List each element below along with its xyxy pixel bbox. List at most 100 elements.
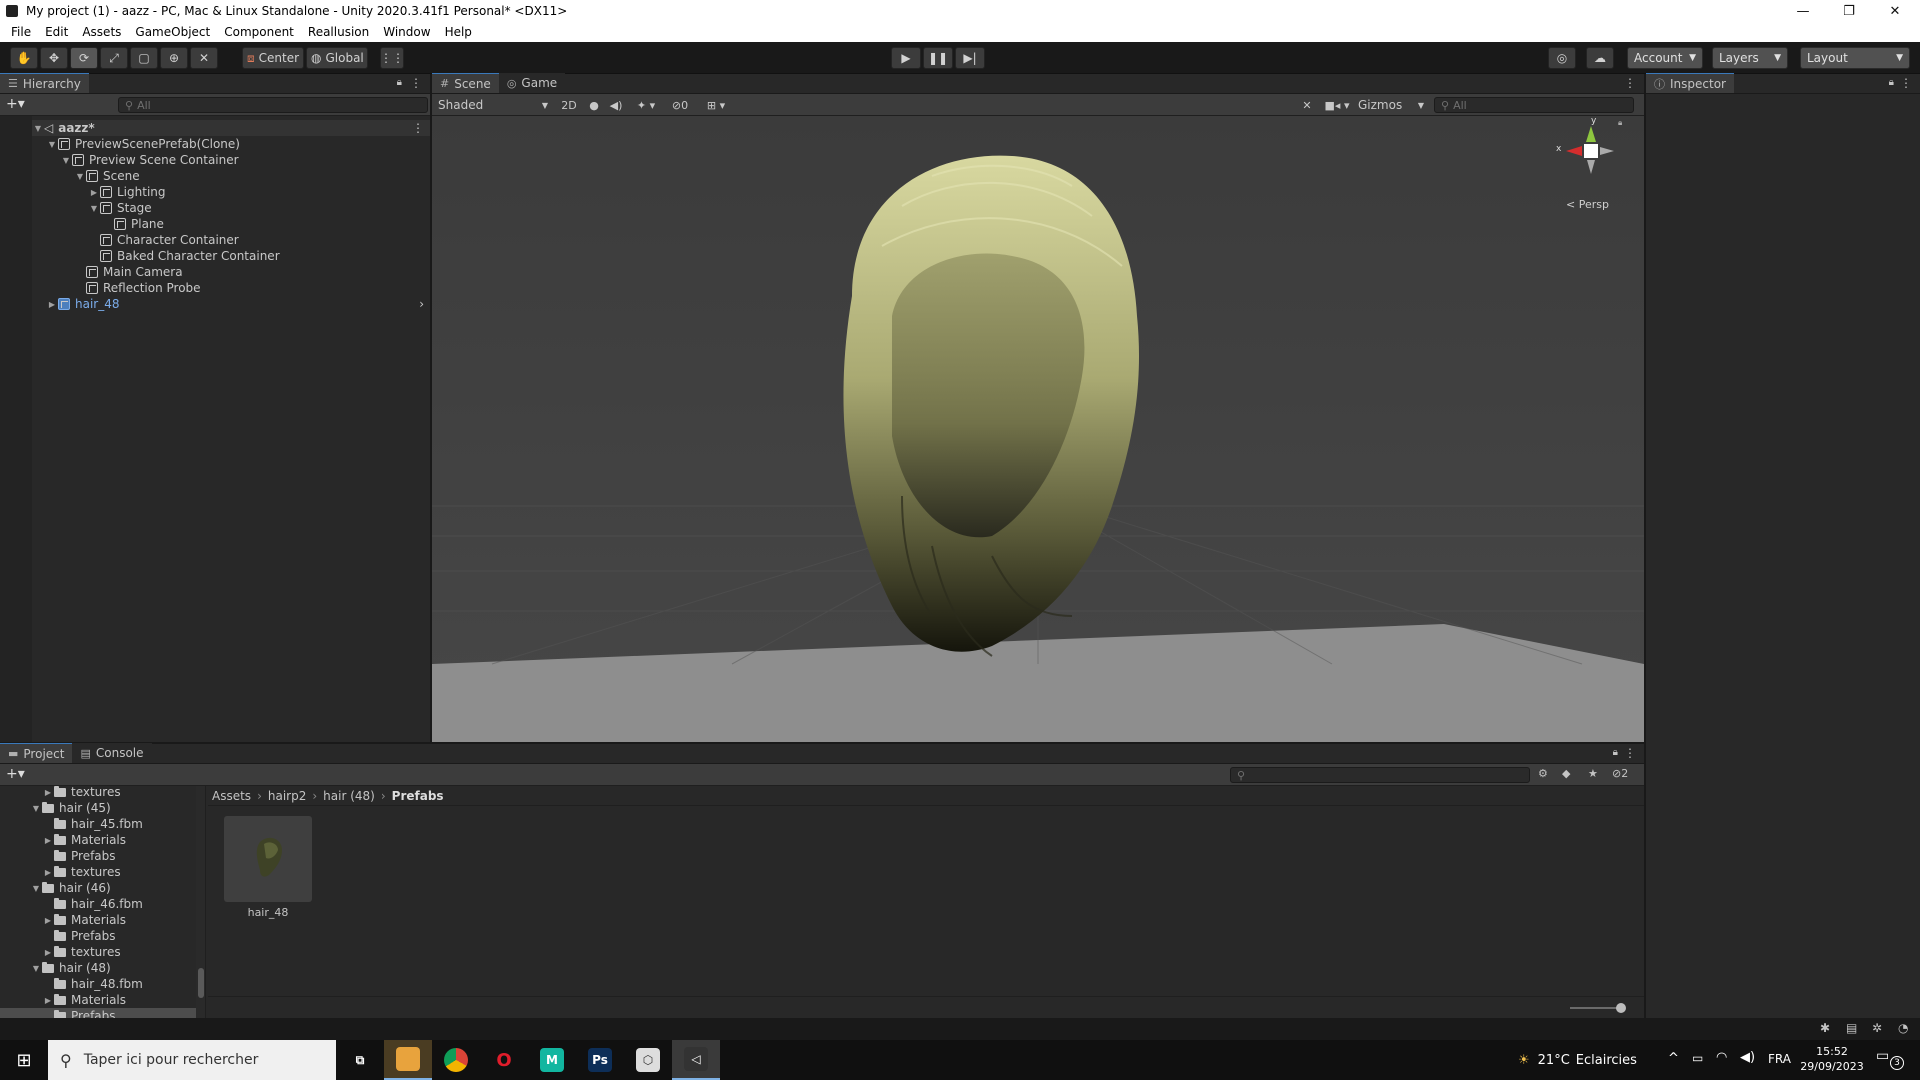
thumbnail-size-slider-handle[interactable]	[1616, 1003, 1626, 1013]
foldout-collapsed-icon[interactable]: ▶	[46, 300, 58, 309]
cloud-button[interactable]: ☁	[1586, 47, 1614, 69]
gizmo-x-axis[interactable]	[1566, 146, 1582, 156]
breadcrumb-hairp2[interactable]: hairp2	[268, 789, 306, 803]
hierarchy-row[interactable]: ▶ hair_48 ›	[46, 296, 430, 312]
device-icon[interactable]: ▭	[1692, 1051, 1703, 1065]
hierarchy-row[interactable]: ▼ Stage	[88, 200, 430, 216]
foldout-expanded-icon[interactable]: ▼	[46, 140, 58, 149]
thumbnail-size-slider[interactable]	[1570, 1007, 1618, 1009]
project-folder-row[interactable]: ▶ Materials	[42, 992, 196, 1008]
audio-toggle[interactable]: ◀)	[606, 95, 626, 115]
orientation-gizmo[interactable]: y x 🔒︎ < Persp	[1542, 116, 1642, 226]
hierarchy-row[interactable]: Main Camera	[74, 264, 430, 280]
project-folder-row[interactable]: hair_48.fbm	[42, 976, 196, 992]
tab-project[interactable]: ▬ Project	[0, 743, 73, 763]
lighting-toggle[interactable]: ●	[584, 95, 604, 115]
chevron-right-icon[interactable]: ›	[419, 297, 424, 311]
clock[interactable]: 15:52 29/09/2023	[1796, 1042, 1868, 1078]
unity-editor-taskbar-button[interactable]: ◁	[672, 1040, 720, 1080]
foldout-collapsed-icon[interactable]: ▶	[42, 996, 54, 1005]
pivot-mode-button[interactable]: ⧈ Center	[242, 47, 304, 69]
toggle-2d-button[interactable]: 2D	[558, 95, 580, 115]
scene-menu-icon[interactable]: ⋮	[412, 121, 424, 135]
hierarchy-row[interactable]: ▼ Preview Scene Container	[60, 152, 430, 168]
lock-icon[interactable]: 🔒︎	[397, 77, 402, 88]
photoshop-taskbar-button[interactable]: Ps	[576, 1040, 624, 1080]
taskbar-search-box[interactable]: ⚲ Taper ici pour rechercher	[48, 1040, 336, 1080]
project-folder-row[interactable]: Prefabs	[42, 848, 196, 864]
gizmo-center-cube[interactable]	[1584, 144, 1598, 158]
progress-icon[interactable]: ◔	[1898, 1021, 1908, 1035]
wifi-icon[interactable]: ◠	[1716, 1050, 1727, 1065]
foldout-expanded-icon[interactable]: ▼	[30, 964, 42, 973]
layers-dropdown[interactable]: Layers ▼	[1712, 47, 1788, 69]
scene-search-input[interactable]: ⚲ All	[1434, 97, 1634, 113]
file-explorer-taskbar-button[interactable]	[384, 1040, 432, 1080]
breadcrumb-assets[interactable]: Assets	[212, 789, 251, 803]
hierarchy-search-input[interactable]: ⚲ All	[118, 97, 428, 113]
menu-gameobject[interactable]: GameObject	[128, 25, 217, 39]
layout-dropdown[interactable]: Layout ▼	[1800, 47, 1910, 69]
menu-component[interactable]: Component	[217, 25, 301, 39]
opera-taskbar-button[interactable]: O	[480, 1040, 528, 1080]
menu-window[interactable]: Window	[376, 25, 437, 39]
project-folder-row[interactable]: ▶ Materials	[42, 832, 196, 848]
lock-icon[interactable]: 🔒︎	[1613, 747, 1618, 758]
foldout-expanded-icon[interactable]: ▼	[30, 804, 42, 813]
rect-tool-button[interactable]: ▢	[130, 47, 158, 69]
gizmo-neg-y-axis[interactable]	[1587, 160, 1595, 174]
hierarchy-row[interactable]: Baked Character Container	[88, 248, 430, 264]
chevron-up-icon[interactable]: ^	[1668, 1051, 1679, 1066]
pause-button[interactable]: ❚❚	[923, 47, 953, 69]
scene-viewport[interactable]: y x 🔒︎ < Persp	[432, 116, 1644, 742]
start-button[interactable]: ⊞	[0, 1040, 48, 1080]
minimize-button[interactable]: —	[1780, 0, 1826, 22]
project-folder-row[interactable]: ▶ textures	[42, 786, 196, 800]
gizmo-y-axis[interactable]	[1586, 126, 1596, 142]
foldout-collapsed-icon[interactable]: ▶	[42, 916, 54, 925]
foldout-expanded-icon[interactable]: ▼	[88, 204, 100, 213]
more-options-icon[interactable]: ⋮	[1900, 76, 1912, 90]
tab-scene[interactable]: # Scene	[432, 73, 499, 93]
input-language[interactable]: FRA	[1768, 1052, 1791, 1066]
project-folder-row[interactable]: ▼ hair (48)	[30, 960, 196, 976]
search-by-label-icon[interactable]: ◆	[1562, 767, 1570, 780]
project-folder-row[interactable]: ▼ hair (46)	[30, 880, 196, 896]
play-button[interactable]: ▶	[891, 47, 921, 69]
pivot-rotation-button[interactable]: ◍ Global	[306, 47, 368, 69]
foldout-collapsed-icon[interactable]: ▶	[42, 948, 54, 957]
menu-help[interactable]: Help	[438, 25, 479, 39]
hierarchy-row[interactable]: ▶ Lighting	[88, 184, 430, 200]
hierarchy-row[interactable]: Reflection Probe	[74, 280, 430, 296]
transform-tool-button[interactable]: ⊕	[160, 47, 188, 69]
shading-mode-dropdown[interactable]: Shaded ▼	[434, 95, 554, 115]
camera-dropdown[interactable]: ■◂ ▾	[1320, 95, 1354, 115]
rotate-tool-button[interactable]: ⟳	[70, 47, 98, 69]
maya-taskbar-button[interactable]: M	[528, 1040, 576, 1080]
foldout-collapsed-icon[interactable]: ▶	[88, 188, 100, 197]
tab-hierarchy[interactable]: ☰ Hierarchy	[0, 73, 89, 93]
more-options-icon[interactable]: ⋮	[1624, 746, 1636, 760]
project-folder-row[interactable]: ▶ textures	[42, 864, 196, 880]
breadcrumb-prefabs[interactable]: Prefabs	[392, 789, 444, 803]
task-view-taskbar-button[interactable]: ⧉	[336, 1040, 384, 1080]
foldout-expanded-icon[interactable]: ▼	[60, 156, 72, 165]
gizmo-z-axis[interactable]	[1600, 147, 1614, 155]
hidden-packages-toggle[interactable]: ⊘2	[1612, 767, 1628, 780]
search-by-type-icon[interactable]: ⚙	[1538, 767, 1548, 780]
hidden-objects-toggle[interactable]: ⊘ 0	[666, 95, 694, 115]
breadcrumb-hair-48[interactable]: hair (48)	[323, 789, 375, 803]
custom-tool-button[interactable]: ✕	[190, 47, 218, 69]
asset-item-hair-48[interactable]: hair_48	[224, 816, 312, 920]
menu-edit[interactable]: Edit	[38, 25, 75, 39]
foldout-collapsed-icon[interactable]: ▶	[42, 836, 54, 845]
menu-reallusion[interactable]: Reallusion	[301, 25, 376, 39]
hierarchy-row[interactable]: Plane	[102, 216, 430, 232]
project-folder-row[interactable]: ▶ Materials	[42, 912, 196, 928]
scale-tool-button[interactable]: ⤢	[100, 47, 128, 69]
effects-dropdown[interactable]: ✦ ▾	[630, 95, 662, 115]
project-folder-row[interactable]: ▼ hair (45)	[30, 800, 196, 816]
hierarchy-row[interactable]: ▼ ◁ aazz* ⋮	[32, 120, 430, 136]
menu-file[interactable]: File	[4, 25, 38, 39]
more-options-icon[interactable]: ⋮	[410, 76, 422, 90]
